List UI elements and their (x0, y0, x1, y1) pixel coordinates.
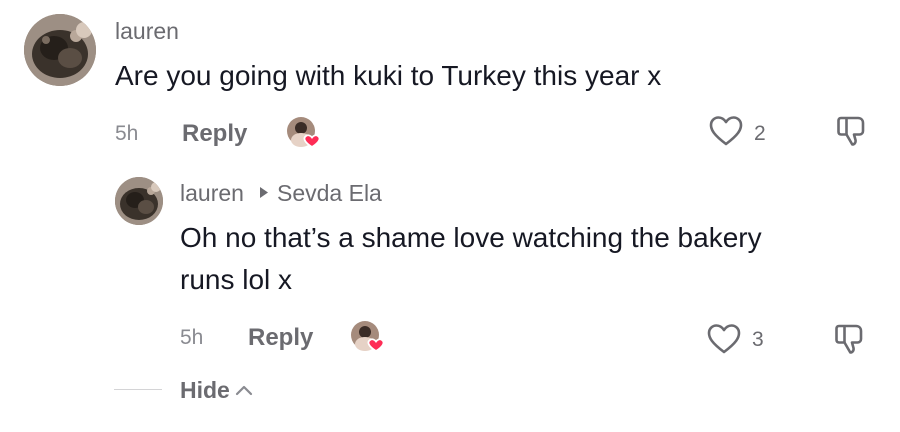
reply-to-username[interactable]: Sevda Ela (277, 180, 382, 207)
like-button[interactable] (708, 114, 744, 148)
reply-like-button[interactable] (706, 322, 742, 356)
dislike-button[interactable] (834, 114, 868, 148)
thumbs-down-icon (837, 116, 865, 146)
triangle-right-icon (259, 186, 269, 199)
chevron-up-icon (235, 385, 252, 396)
comment-username[interactable]: lauren (115, 18, 179, 45)
avatar[interactable] (24, 14, 96, 86)
comment-timestamp: 5h (115, 122, 139, 145)
reply-username[interactable]: lauren (180, 180, 244, 207)
avatar-image (24, 14, 96, 86)
creator-liked-badge (286, 116, 321, 150)
reply-button[interactable]: Reply (182, 120, 247, 148)
heart-outline-icon (709, 116, 743, 146)
reply-text-line-1: Oh no that’s a shame love watching the b… (180, 222, 762, 253)
thread-divider (114, 389, 162, 390)
comment-text: Are you going with kuki to Turkey this y… (115, 60, 662, 91)
reply-dislike-button[interactable] (832, 322, 866, 356)
reply-reply-button[interactable]: Reply (248, 324, 313, 352)
reply-avatar[interactable] (115, 177, 163, 225)
avatar-image (115, 177, 163, 225)
like-count: 2 (754, 122, 766, 145)
thumbs-down-icon (835, 324, 863, 354)
creator-liked-badge (350, 320, 385, 354)
hide-replies-label: Hide (180, 376, 230, 403)
reply-like-count: 3 (752, 328, 764, 351)
hide-replies-button[interactable]: Hide (180, 376, 253, 404)
reply-timestamp: 5h (180, 326, 204, 349)
reply-text-line-2: runs lol x (180, 264, 293, 295)
heart-outline-icon (707, 324, 741, 354)
